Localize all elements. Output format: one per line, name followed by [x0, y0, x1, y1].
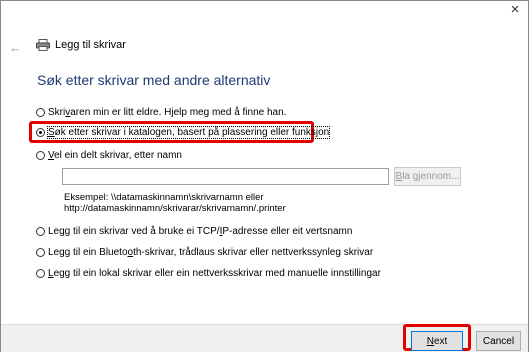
example-line-2: http://datamaskinnamn/skrivarar/skrivarn…: [64, 203, 286, 214]
radio-option-bluetooth[interactable]: Legg til ein Bluetooth-skrivar, trådlaus…: [36, 247, 373, 258]
browse-button[interactable]: Bla gjennom...: [394, 167, 461, 186]
option-label: Legg til ein lokal skrivar eller ein net…: [48, 268, 381, 279]
cancel-button[interactable]: Cancel: [476, 331, 521, 351]
radio-button-checked[interactable]: [36, 128, 45, 137]
option-label: Søk etter skrivar i katalogen, basert på…: [46, 126, 331, 139]
radio-button[interactable]: [36, 269, 45, 278]
close-icon[interactable]: ×: [506, 1, 524, 18]
example-line-1: Eksempel: \\datamaskinnamn\skrivarnamn e…: [64, 192, 264, 203]
add-printer-window: × ← Legg til skrivar Søk etter skrivar m…: [0, 0, 529, 352]
radio-option-tcp-ip[interactable]: Legg til ein skrivar ved å bruke ei TCP/…: [36, 226, 352, 237]
option-label: Legg til ein Bluetooth-skrivar, trådlaus…: [48, 247, 374, 258]
page-heading: Søk etter skrivar med andre alternativ: [37, 72, 271, 88]
back-arrow-icon[interactable]: ←: [9, 40, 22, 55]
option-label: Vel ein delt skrivar, etter namn: [48, 150, 182, 161]
option-label: Skrivaren min er litt eldre. Hjelp meg m…: [48, 107, 287, 118]
radio-option-shared-printer[interactable]: Vel ein delt skrivar, etter namn: [36, 150, 182, 161]
option-label: Legg til ein skrivar ved å bruke ei TCP/…: [48, 226, 353, 237]
radio-button[interactable]: [36, 227, 45, 236]
printer-icon: [36, 39, 50, 51]
radio-button[interactable]: [36, 248, 45, 257]
shared-printer-name-input[interactable]: [62, 168, 389, 185]
radio-button[interactable]: [36, 108, 45, 117]
next-button[interactable]: Next: [411, 331, 463, 351]
wizard-title: Legg til skrivar: [55, 39, 126, 51]
radio-option-search-directory[interactable]: Søk etter skrivar i katalogen, basert på…: [36, 126, 331, 139]
radio-button[interactable]: [36, 151, 45, 160]
radio-option-local-manual[interactable]: Legg til ein lokal skrivar eller ein net…: [36, 268, 381, 279]
radio-option-printer-older[interactable]: Skrivaren min er litt eldre. Hjelp meg m…: [36, 107, 286, 118]
wizard-header: Legg til skrivar: [36, 39, 126, 51]
example-text: Eksempel: \\datamaskinnamn\skrivarnamn e…: [64, 192, 286, 214]
